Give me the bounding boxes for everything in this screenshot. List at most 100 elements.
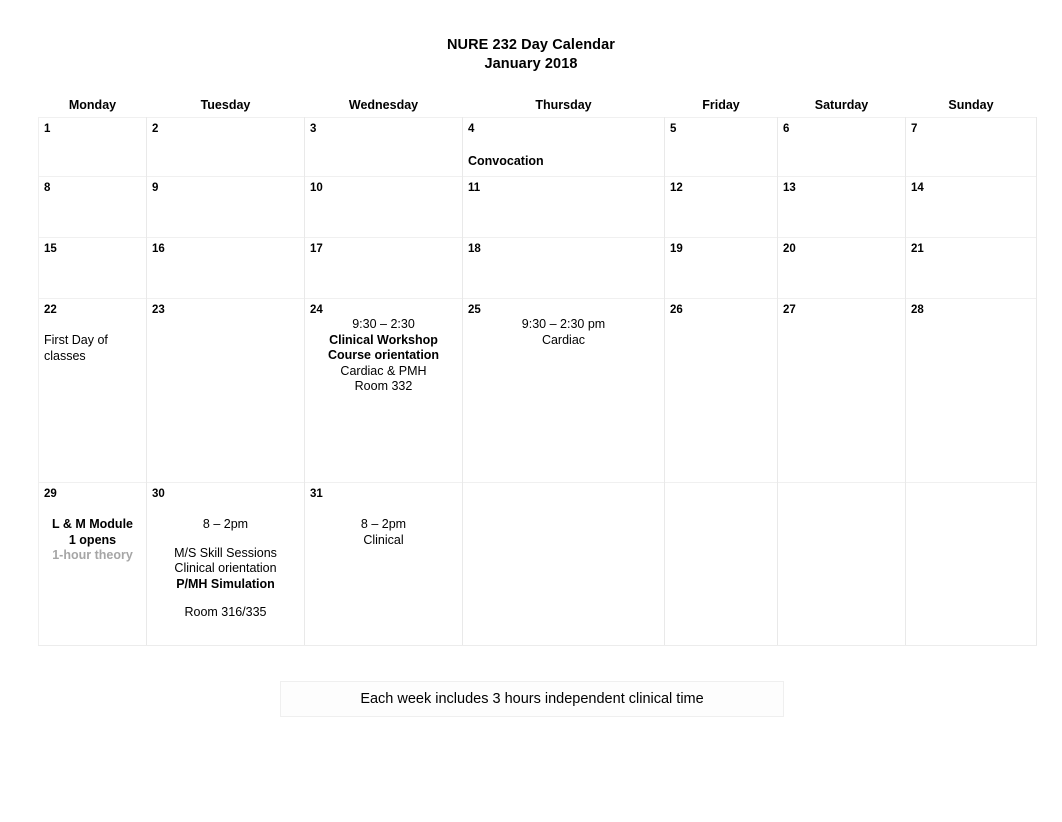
day-number: 20	[783, 243, 796, 255]
day-number: 28	[911, 304, 924, 316]
event-line: Clinical	[363, 532, 404, 547]
event-line: Room 316/335	[184, 605, 267, 619]
calendar-day-cell-29[interactable]: 29 L & M Module 1 opens 1-hour theory	[38, 482, 147, 646]
calendar-day-cell-15[interactable]: 15	[38, 237, 147, 299]
day-header-sunday: Sunday	[905, 92, 1037, 118]
calendar-grid: Monday Tuesday Wednesday Thursday Friday…	[38, 92, 1037, 646]
calendar-day-cell-9[interactable]: 9	[146, 176, 305, 238]
page-title: NURE 232 Day Calendar January 2018	[0, 36, 1062, 74]
calendar-day-cell-12[interactable]: 12	[664, 176, 778, 238]
calendar-week-row: 8 9 10 11 12 13 14	[38, 176, 1037, 238]
calendar-day-cell-empty[interactable]	[462, 482, 665, 646]
calendar-day-cell-13[interactable]: 13	[777, 176, 906, 238]
calendar-day-cell-empty[interactable]	[664, 482, 778, 646]
day-number: 18	[468, 243, 481, 255]
footer-note-text: Each week includes 3 hours independent c…	[360, 691, 704, 707]
day-number: 30	[152, 488, 165, 500]
calendar-day-cell-19[interactable]: 19	[664, 237, 778, 299]
day-number: 12	[670, 182, 683, 194]
day-number: 21	[911, 243, 924, 255]
calendar-day-cell-5[interactable]: 5	[664, 117, 778, 177]
day-number: 10	[310, 182, 323, 194]
day-number: 26	[670, 304, 683, 316]
calendar-day-cell-30[interactable]: 30 8 – 2pm M/S Skill Sessions Clinical orie…	[146, 482, 305, 646]
calendar-day-cell-25[interactable]: 25 9:30 – 2:30 pm Cardiac	[462, 298, 665, 483]
event-line: Room 332	[354, 379, 413, 393]
calendar-week-row: 22 First Day of classes 23 24 9:30 – 2:30 Clin…	[38, 298, 1037, 483]
day-number: 22	[44, 304, 57, 316]
calendar-day-cell-18[interactable]: 18	[462, 237, 665, 299]
day-header-monday: Monday	[38, 92, 147, 118]
calendar-day-cell-17[interactable]: 17	[304, 237, 463, 299]
calendar-day-cell-11[interactable]: 11	[462, 176, 665, 238]
calendar-day-cell-16[interactable]: 16	[146, 237, 305, 299]
calendar-header-row: Monday Tuesday Wednesday Thursday Friday…	[38, 92, 1037, 118]
event-line: Clinical orientation	[174, 561, 277, 575]
event-line: Clinical Workshop	[329, 332, 438, 347]
calendar-day-cell-26[interactable]: 26	[664, 298, 778, 483]
calendar-day-cell-23[interactable]: 23	[146, 298, 305, 483]
event-line: First Day of	[44, 333, 108, 347]
event-line: 9:30 – 2:30 pm	[521, 317, 606, 331]
day-header-wednesday: Wednesday	[304, 92, 463, 118]
calendar-day-cell-3[interactable]: 3	[304, 117, 463, 177]
day-events: Convocation	[463, 154, 664, 170]
calendar-day-cell-21[interactable]: 21	[905, 237, 1037, 299]
day-number: 25	[468, 304, 481, 316]
calendar-day-cell-24[interactable]: 24 9:30 – 2:30 Clinical Workshop Course ori…	[304, 298, 463, 483]
event-line: classes	[44, 348, 86, 363]
event-spacer	[151, 533, 300, 546]
calendar-day-cell-14[interactable]: 14	[905, 176, 1037, 238]
event-line: Cardiac & PMH	[340, 363, 427, 378]
day-header-friday: Friday	[664, 92, 778, 118]
day-number: 17	[310, 243, 323, 255]
calendar-day-cell-empty[interactable]	[905, 482, 1037, 646]
day-number: 15	[44, 243, 57, 255]
day-events: 9:30 – 2:30 Clinical Workshop Course orien…	[305, 317, 462, 395]
day-number: 6	[783, 123, 790, 135]
calendar-day-cell-28[interactable]: 28	[905, 298, 1037, 483]
day-number: 19	[670, 243, 683, 255]
day-number: 11	[468, 182, 481, 194]
event-line: 9:30 – 2:30	[352, 317, 415, 331]
calendar-day-cell-22[interactable]: 22 First Day of classes	[38, 298, 147, 483]
day-events: 8 – 2pm Clinical	[305, 517, 462, 548]
calendar-day-cell-8[interactable]: 8	[38, 176, 147, 238]
day-number: 16	[152, 243, 165, 255]
calendar-day-cell-empty[interactable]	[777, 482, 906, 646]
day-header-tuesday: Tuesday	[146, 92, 305, 118]
calendar-day-cell-10[interactable]: 10	[304, 176, 463, 238]
calendar-day-cell-6[interactable]: 6	[777, 117, 906, 177]
event-line: 8 – 2pm	[202, 517, 249, 531]
event-line: 8 – 2pm	[360, 517, 407, 531]
calendar-day-cell-31[interactable]: 31 8 – 2pm Clinical	[304, 482, 463, 646]
day-number: 8	[44, 182, 51, 194]
event-line: Convocation	[468, 154, 544, 168]
calendar-day-cell-4[interactable]: 4 Convocation	[462, 117, 665, 177]
calendar-day-cell-2[interactable]: 2	[146, 117, 305, 177]
event-spacer	[151, 592, 300, 605]
day-events: L & M Module 1 opens 1-hour theory	[39, 517, 146, 564]
day-events: 8 – 2pm M/S Skill Sessions Clinical orient…	[147, 517, 304, 621]
calendar-day-cell-27[interactable]: 27	[777, 298, 906, 483]
event-line: Cardiac	[541, 332, 586, 347]
event-line: 1-hour theory	[52, 548, 133, 562]
day-number: 3	[310, 123, 317, 135]
day-events: 9:30 – 2:30 pm Cardiac	[463, 317, 664, 348]
day-number: 1	[44, 123, 51, 135]
event-line: L & M Module	[51, 517, 133, 531]
day-number: 2	[152, 123, 159, 135]
day-number: 9	[152, 182, 159, 194]
day-number: 14	[911, 182, 924, 194]
calendar-week-row: 1 2 3 4 Convocation 5 6 7	[38, 117, 1037, 177]
calendar-day-cell-1[interactable]: 1	[38, 117, 147, 177]
event-line: P/MH Simulation	[176, 576, 275, 591]
event-line: 1 opens	[68, 532, 117, 547]
day-header-thursday: Thursday	[462, 92, 665, 118]
footer-note-box: Each week includes 3 hours independent c…	[280, 681, 784, 717]
calendar-day-cell-20[interactable]: 20	[777, 237, 906, 299]
calendar-day-cell-7[interactable]: 7	[905, 117, 1037, 177]
event-line: M/S Skill Sessions	[174, 545, 277, 560]
day-number: 27	[783, 304, 796, 316]
day-number: 5	[670, 123, 677, 135]
